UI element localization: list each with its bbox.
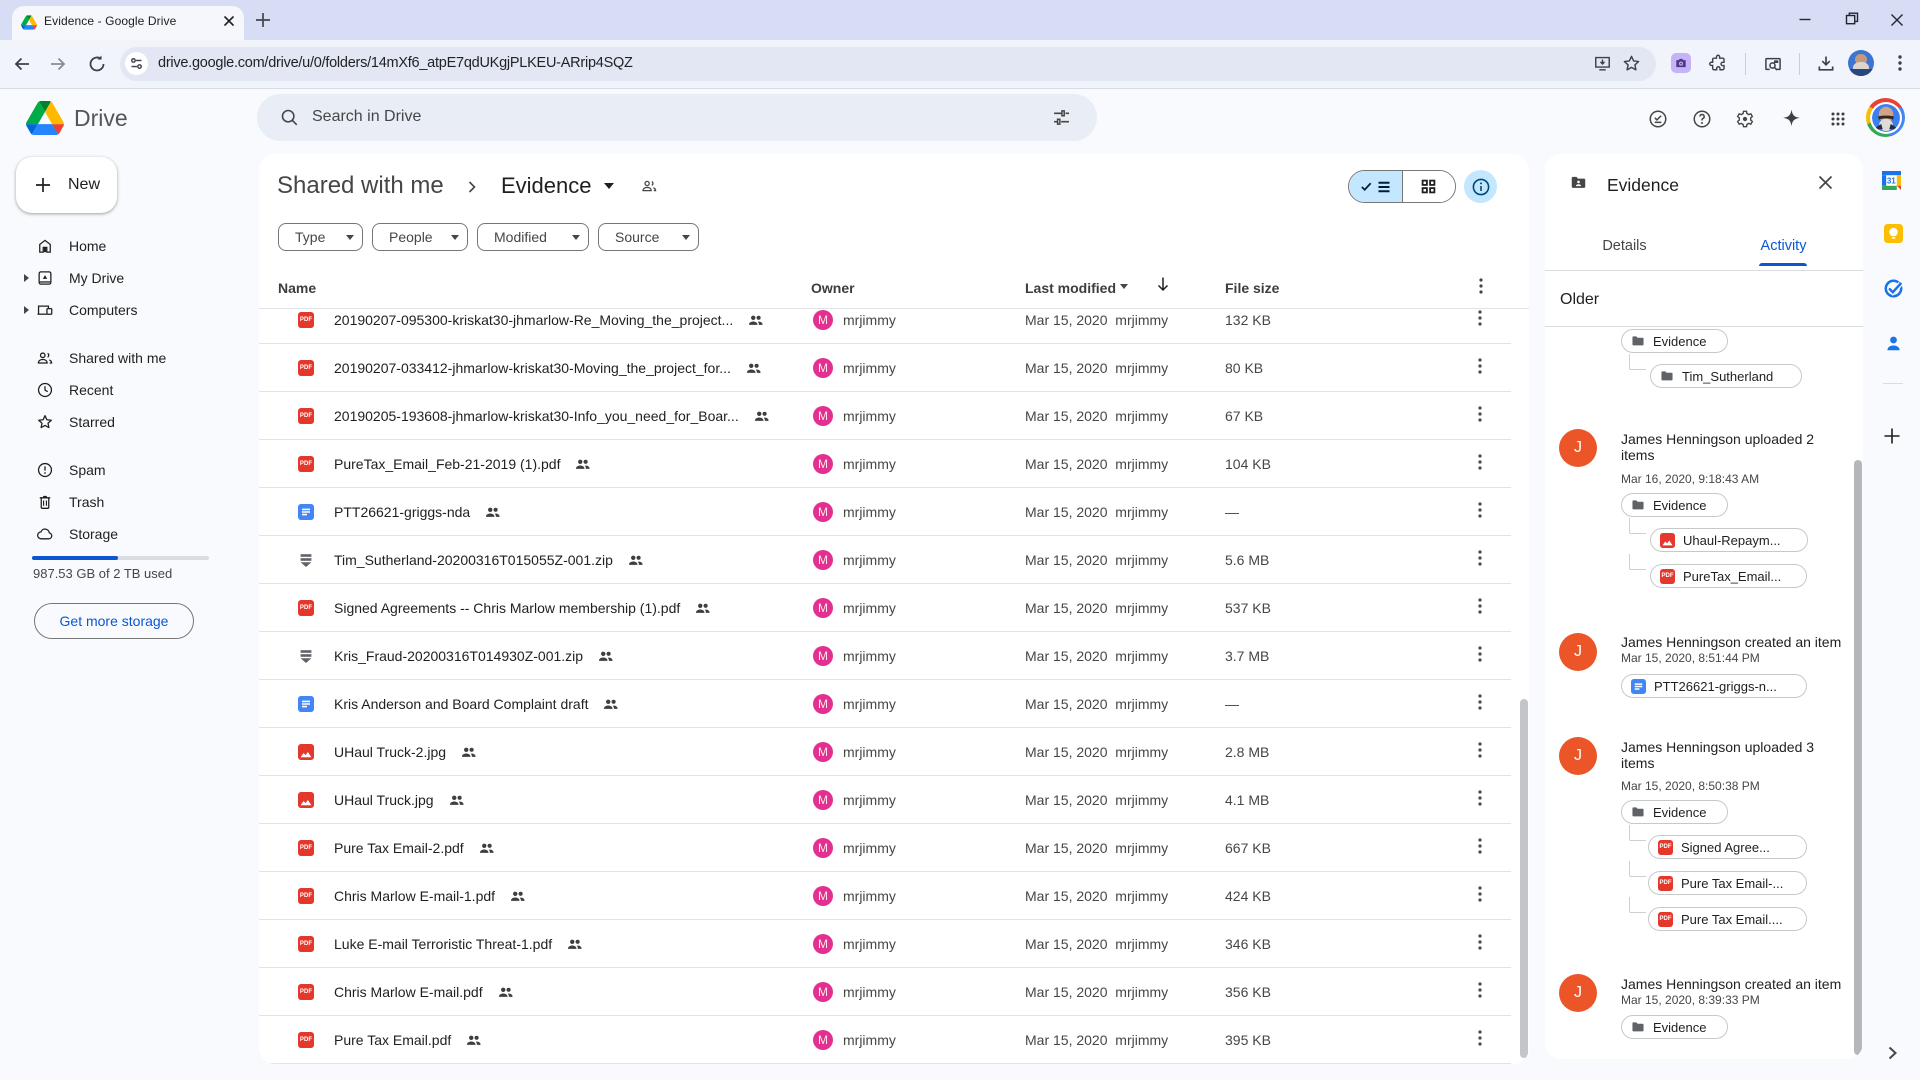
svg-text:31: 31 <box>1887 177 1896 186</box>
